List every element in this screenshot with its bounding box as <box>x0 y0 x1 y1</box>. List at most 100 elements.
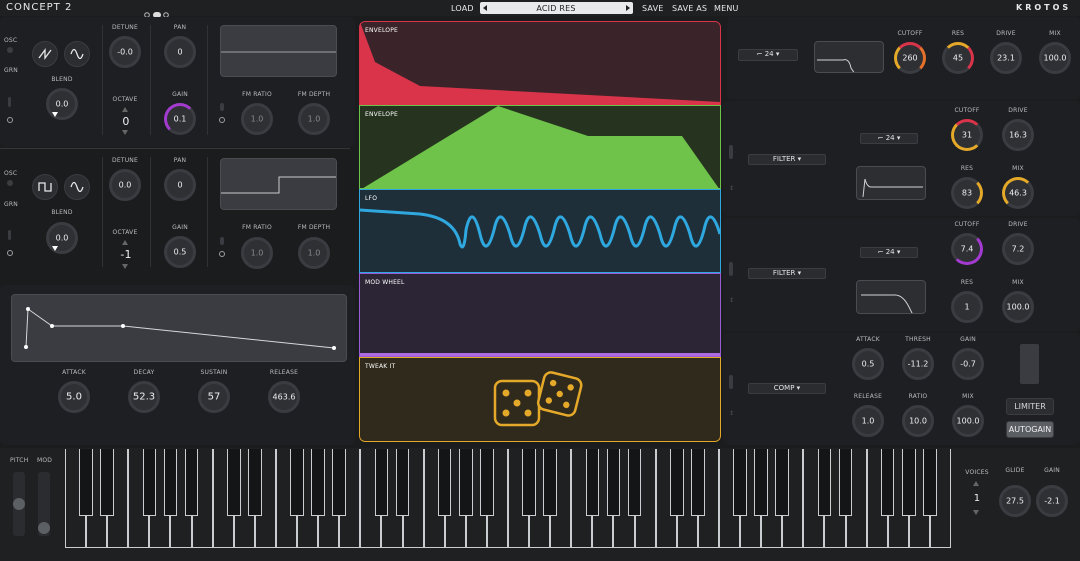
voices-up-icon[interactable] <box>973 481 979 486</box>
osc1-octave-value[interactable]: 0 <box>122 115 129 128</box>
osc1-gain-knob[interactable]: 0.1 <box>164 103 196 135</box>
osc2-fm-depth-knob[interactable]: 1.0 <box>298 237 330 269</box>
black-key[interactable] <box>142 449 157 517</box>
black-key[interactable] <box>184 449 199 517</box>
comp-release-knob[interactable]: 1.0 <box>852 405 884 437</box>
filter1-mix-knob[interactable]: 100.0 <box>1039 42 1071 74</box>
osc1-saw-wave-button[interactable] <box>32 41 58 67</box>
comp-ratio-knob[interactable]: 10.0 <box>902 405 934 437</box>
prev-preset-icon[interactable] <box>483 5 487 11</box>
sustain-knob[interactable]: 57 <box>198 381 230 413</box>
black-key[interactable] <box>733 449 747 517</box>
pitch-wheel-handle[interactable] <box>13 498 25 510</box>
master-gain-knob[interactable]: -2.1 <box>1036 485 1068 517</box>
comp-thresh-knob[interactable]: -11.2 <box>902 348 934 380</box>
modwheel-lane[interactable] <box>359 273 721 357</box>
filter3-slider[interactable] <box>729 262 733 276</box>
save-button[interactable]: SAVE <box>642 4 664 13</box>
menu-button[interactable]: MENU <box>714 4 739 13</box>
black-key[interactable] <box>691 449 705 517</box>
black-key[interactable] <box>395 449 410 517</box>
load-button[interactable]: LOAD <box>451 4 474 13</box>
osc1-fm-depth-knob[interactable]: 1.0 <box>298 103 330 135</box>
save-as-button[interactable]: SAVE AS <box>672 4 707 13</box>
filter2-slope-dropdown[interactable]: ⌐ 24 ▾ <box>860 133 918 144</box>
attack-knob[interactable]: 5.0 <box>58 381 90 413</box>
env1-lane[interactable] <box>359 21 721 106</box>
osc2-fm-ratio-knob[interactable]: 1.0 <box>241 237 273 269</box>
osc1-fm-switch[interactable] <box>220 103 224 111</box>
comp-slider[interactable] <box>729 375 733 389</box>
black-key[interactable] <box>754 449 768 517</box>
lfo-lane[interactable] <box>359 189 721 273</box>
black-key[interactable] <box>248 449 262 517</box>
black-key[interactable] <box>227 449 241 517</box>
osc1-octave-up-icon[interactable] <box>122 107 128 112</box>
black-key[interactable] <box>522 449 536 517</box>
osc1-sine-wave-button[interactable] <box>64 41 90 67</box>
voices-value[interactable]: 1 <box>974 493 981 504</box>
osc1-mute-dot[interactable] <box>7 117 13 123</box>
black-key[interactable] <box>606 449 621 517</box>
filter2-arrows-icon[interactable]: ↕ <box>729 185 734 192</box>
env2-lane[interactable] <box>359 105 721 190</box>
next-preset-icon[interactable] <box>626 5 630 11</box>
comp-gain-knob[interactable]: -0.7 <box>952 348 984 380</box>
comp-type-dropdown[interactable]: COMP ▾ <box>748 383 826 394</box>
power-toggle-icon[interactable] <box>143 4 169 18</box>
osc2-blend-knob[interactable]: 0.0 <box>46 222 78 254</box>
voices-down-icon[interactable] <box>973 510 979 515</box>
osc2-fm-dot[interactable] <box>219 251 225 257</box>
osc1-blend-knob[interactable]: 0.0 <box>46 88 78 120</box>
osc2-octave-up-icon[interactable] <box>122 240 128 245</box>
filter3-res-knob[interactable]: 1 <box>951 291 983 323</box>
piano-keyboard[interactable] <box>65 449 951 548</box>
black-key[interactable] <box>670 449 684 517</box>
filter1-drive-knob[interactable]: 23.1 <box>990 42 1022 74</box>
osc2-osc-radio[interactable] <box>7 180 13 186</box>
osc2-fm-switch[interactable] <box>220 237 224 245</box>
mod-wheel[interactable] <box>38 472 50 536</box>
autogain-button[interactable]: AUTOGAIN <box>1006 421 1054 438</box>
black-key[interactable] <box>838 449 853 517</box>
black-key[interactable] <box>880 449 895 517</box>
filter1-slope-dropdown[interactable]: ⌐ 24 ▾ <box>738 49 798 61</box>
filter3-type-dropdown[interactable]: FILTER ▾ <box>748 268 826 279</box>
comp-attack-knob[interactable]: 0.5 <box>852 348 884 380</box>
filter3-slope-dropdown[interactable]: ⌐ 24 ▾ <box>860 247 918 258</box>
osc2-sine-wave-button[interactable] <box>64 174 90 200</box>
osc1-fm-ratio-knob[interactable]: 1.0 <box>241 103 273 135</box>
osc1-fm-dot[interactable] <box>219 117 225 123</box>
filter2-slider[interactable] <box>729 145 733 159</box>
black-key[interactable] <box>923 449 937 517</box>
filter3-cutoff-knob[interactable]: 7.4 <box>951 233 983 265</box>
black-key[interactable] <box>311 449 325 517</box>
filter2-drive-knob[interactable]: 16.3 <box>1002 119 1034 151</box>
black-key[interactable] <box>374 449 389 517</box>
black-key[interactable] <box>480 449 494 517</box>
release-knob[interactable]: 463.6 <box>268 381 300 413</box>
black-key[interactable] <box>459 449 473 517</box>
black-key[interactable] <box>100 449 114 517</box>
decay-knob[interactable]: 52.3 <box>128 381 160 413</box>
comp-mix-knob[interactable]: 100.0 <box>952 405 984 437</box>
amp-envelope-display[interactable] <box>11 294 347 362</box>
osc2-octave-value[interactable]: -1 <box>120 248 131 261</box>
osc2-detune-knob[interactable]: 0.0 <box>109 169 141 201</box>
filter2-mix-knob[interactable]: 46.3 <box>1002 177 1034 209</box>
osc2-gain-knob[interactable]: 0.5 <box>164 236 196 268</box>
mod-wheel-handle[interactable] <box>38 522 50 534</box>
osc2-square-wave-button[interactable] <box>32 174 58 200</box>
dice-icon[interactable] <box>491 371 591 431</box>
filter3-drive-knob[interactable]: 7.2 <box>1002 233 1034 265</box>
black-key[interactable] <box>817 449 832 517</box>
glide-knob[interactable]: 27.5 <box>999 485 1031 517</box>
black-key[interactable] <box>627 449 642 517</box>
filter2-res-knob[interactable]: 83 <box>951 177 983 209</box>
filter2-cutoff-knob[interactable]: 31 <box>951 119 983 151</box>
limiter-button[interactable]: LIMITER <box>1006 398 1054 415</box>
black-key[interactable] <box>775 449 789 517</box>
black-key[interactable] <box>437 449 452 517</box>
black-key[interactable] <box>163 449 178 517</box>
osc2-level-slider[interactable] <box>8 230 11 240</box>
